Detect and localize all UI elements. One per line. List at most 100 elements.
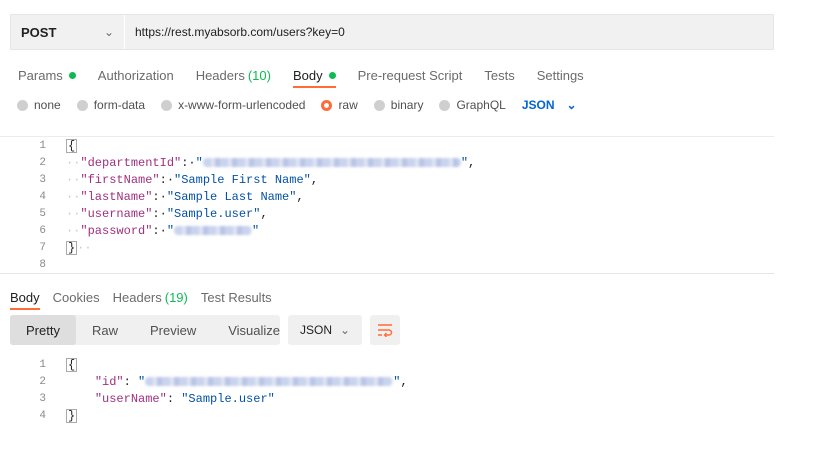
line-number: 7 — [39, 241, 46, 254]
code-text: "userName": "Sample.user" — [94, 391, 275, 406]
radio-indicator-selected — [321, 99, 333, 111]
line-number: 5 — [39, 207, 46, 220]
wrap-lines-button[interactable] — [370, 315, 400, 345]
line-number: 6 — [39, 224, 46, 237]
open-brace: { — [66, 138, 78, 153]
code-text: "id": " ", — [94, 374, 408, 389]
response-line: 1 { — [0, 356, 78, 373]
json-key: "id" — [94, 374, 124, 389]
radio-raw[interactable]: raw — [321, 98, 358, 112]
open-brace: { — [66, 357, 78, 372]
radio-label: none — [34, 98, 61, 112]
editor-line: 5 ··"username":·"Sample.user", — [0, 205, 267, 222]
code-text: ··"firstName":·"Sample First Name", — [66, 172, 319, 187]
tab-authorization[interactable]: Authorization — [98, 64, 174, 86]
json-value: "Sample Last Name" — [166, 189, 297, 204]
radio-none[interactable]: none — [17, 98, 61, 112]
response-format-select[interactable]: JSON ⌄ — [288, 315, 362, 345]
close-brace: } — [66, 408, 78, 423]
json-key: "departmentId" — [80, 155, 182, 170]
response-view-group: Pretty Raw Preview Visualize — [10, 315, 280, 345]
json-value: "Sample.user" — [166, 206, 261, 221]
response-format-label: JSON — [300, 323, 333, 337]
chevron-down-icon: ⌄ — [566, 98, 577, 112]
response-tab-test-results[interactable]: Test Results — [201, 286, 272, 308]
response-line: 3 "userName": "Sample.user" — [0, 390, 274, 407]
line-number: 3 — [39, 173, 46, 186]
wrap-lines-icon — [378, 324, 393, 337]
json-value: "Sample.user" — [181, 391, 275, 406]
tab-label: Tests — [484, 67, 515, 83]
radio-label: form-data — [93, 98, 146, 112]
tab-body[interactable]: Body — [292, 64, 336, 88]
line-number: 8 — [39, 258, 46, 271]
json-key: "firstName" — [80, 172, 160, 187]
close-brace: } — [66, 240, 78, 255]
request-body-editor[interactable]: 1 { 2 ··"departmentId":·" ", 3 ··"firstNa… — [0, 136, 774, 273]
line-number: 2 — [39, 156, 46, 169]
radio-x-www-form-urlencoded[interactable]: x-www-form-urlencoded — [161, 98, 305, 112]
json-key: "password" — [80, 223, 153, 238]
code-text: } — [66, 408, 78, 423]
tab-settings[interactable]: Settings — [537, 64, 584, 86]
chevron-down-icon: ⌄ — [103, 25, 114, 39]
tab-tests[interactable]: Tests — [484, 64, 514, 86]
tab-label: Settings — [536, 67, 584, 83]
line-number: 1 — [39, 358, 46, 371]
url-bar: POST ⌄ https://rest.myabsorb.com/users?k… — [10, 14, 774, 50]
view-preview-button[interactable]: Preview — [134, 315, 212, 345]
tab-label: Params — [18, 67, 63, 83]
line-number: 4 — [39, 409, 46, 422]
view-visualize-button[interactable]: Visualize — [212, 315, 296, 345]
radio-graphql[interactable]: GraphQL — [439, 98, 506, 112]
chevron-down-icon: ⌄ — [339, 323, 350, 337]
redacted-value — [202, 157, 461, 167]
line-number: 3 — [39, 392, 46, 405]
radio-indicator — [439, 99, 451, 111]
radio-indicator — [76, 99, 88, 111]
body-type-options: none form-data x-www-form-urlencoded raw… — [17, 98, 577, 112]
view-pretty-button[interactable]: Pretty — [10, 315, 76, 345]
tab-headers[interactable]: Headers (10) — [196, 64, 271, 86]
editor-line: 1 { — [0, 137, 78, 154]
tab-label: Test Results — [200, 289, 272, 305]
response-tabs: Body Cookies Headers (19) Test Results — [10, 286, 285, 310]
tab-params[interactable]: Params — [18, 64, 76, 86]
radio-binary[interactable]: binary — [373, 98, 424, 112]
editor-line: 2 ··"departmentId":·" ", — [0, 154, 475, 171]
response-tab-cookies[interactable]: Cookies — [53, 286, 100, 308]
radio-indicator — [17, 99, 28, 111]
url-input[interactable]: https://rest.myabsorb.com/users?key=0 — [125, 25, 345, 39]
editor-line: 8 — [0, 256, 46, 273]
line-number: 4 — [39, 190, 46, 203]
body-format-label: JSON — [521, 98, 555, 112]
json-value: "Sample First Name" — [174, 172, 311, 187]
body-indicator-dot — [328, 71, 336, 79]
response-line: 2 "id": " ", — [0, 373, 407, 390]
redacted-value — [145, 376, 394, 386]
tab-label: Headers — [195, 67, 245, 83]
response-divider — [0, 273, 774, 274]
radio-indicator — [161, 99, 173, 111]
response-tab-headers[interactable]: Headers (19) — [113, 286, 188, 308]
tab-pre-request-script[interactable]: Pre-request Script — [358, 64, 463, 86]
editor-line: 7 } ·· — [0, 239, 92, 256]
line-number: 2 — [39, 375, 46, 388]
headers-count: (19) — [164, 289, 188, 305]
response-tab-body[interactable]: Body — [10, 286, 40, 310]
radio-label: raw — [338, 98, 358, 112]
view-raw-button[interactable]: Raw — [76, 315, 134, 345]
radio-indicator — [373, 99, 385, 111]
radio-label: binary — [390, 98, 424, 112]
code-text: ··"password":·" " — [66, 223, 260, 238]
json-key: "userName" — [94, 391, 167, 406]
response-line: 4 } — [0, 407, 78, 424]
tab-label: Headers — [112, 289, 162, 305]
radio-form-data[interactable]: form-data — [76, 98, 146, 112]
code-text: ··"departmentId":·" ", — [66, 155, 476, 170]
method-select[interactable]: POST ⌄ — [11, 15, 125, 49]
radio-label: GraphQL — [456, 98, 506, 112]
body-format-select[interactable]: JSON ⌄ — [522, 98, 577, 112]
editor-line: 4 ··"lastName":·"Sample Last Name", — [0, 188, 303, 205]
tab-label: Pre-request Script — [357, 67, 463, 83]
